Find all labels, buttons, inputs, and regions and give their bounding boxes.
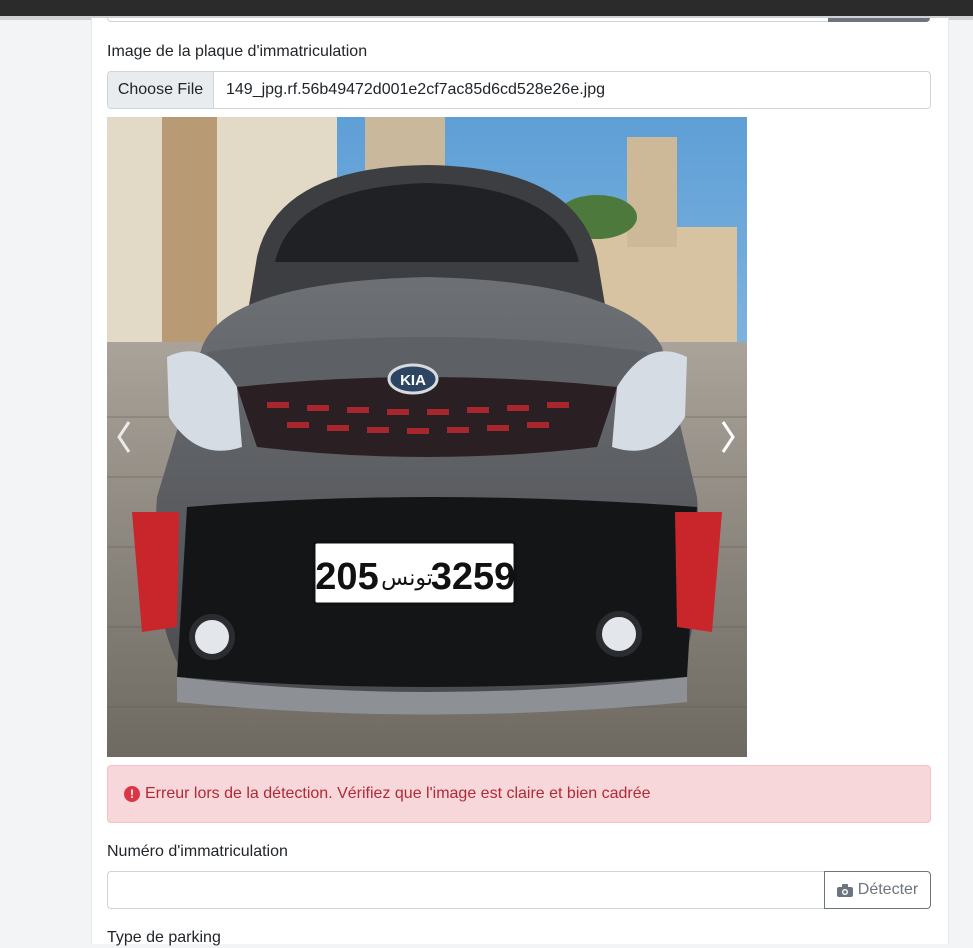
parking-type-label: Type de parking	[107, 929, 221, 946]
detect-button-label: Détecter	[857, 881, 919, 898]
previous-field-stub	[107, 18, 930, 22]
plate-number-input[interactable]	[107, 871, 824, 909]
file-input[interactable]: Choose File 149_jpg.rf.56b49472d001e2cf7…	[107, 71, 931, 109]
chevron-right-icon	[721, 421, 735, 453]
chevron-left-icon	[117, 421, 131, 453]
carousel-prev-button[interactable]	[109, 417, 139, 457]
image-carousel: KIA 205 تونس 3259	[107, 117, 747, 757]
browser-top-bar	[0, 0, 973, 16]
camera-icon	[836, 883, 853, 897]
previous-button-stub[interactable]	[828, 18, 930, 22]
error-alert: ! Erreur lors de la détection. Vérifiez …	[107, 765, 931, 823]
plate-number-label: Numéro d'immatriculation	[107, 843, 288, 860]
brand-badge-text: KIA	[400, 372, 426, 389]
file-name: 149_jpg.rf.56b49472d001e2cf7ac85d6cd528e…	[226, 81, 606, 98]
plate-number-right: 3259	[431, 556, 516, 598]
choose-file-button[interactable]: Choose File	[108, 72, 214, 108]
detect-button[interactable]: Détecter	[824, 871, 931, 909]
alert-message: Erreur lors de la détection. Vérifiez qu…	[145, 785, 651, 802]
exclamation-circle-icon: !	[124, 786, 140, 802]
car-photo: KIA 205 تونس 3259	[107, 117, 747, 757]
plate-arabic-text: تونس	[381, 566, 433, 591]
carousel-next-button[interactable]	[713, 417, 743, 457]
plate-image-label: Image de la plaque d'immatriculation	[107, 43, 368, 60]
plate-number-left: 205	[315, 556, 378, 598]
plate-number-group: Détecter	[107, 871, 931, 909]
